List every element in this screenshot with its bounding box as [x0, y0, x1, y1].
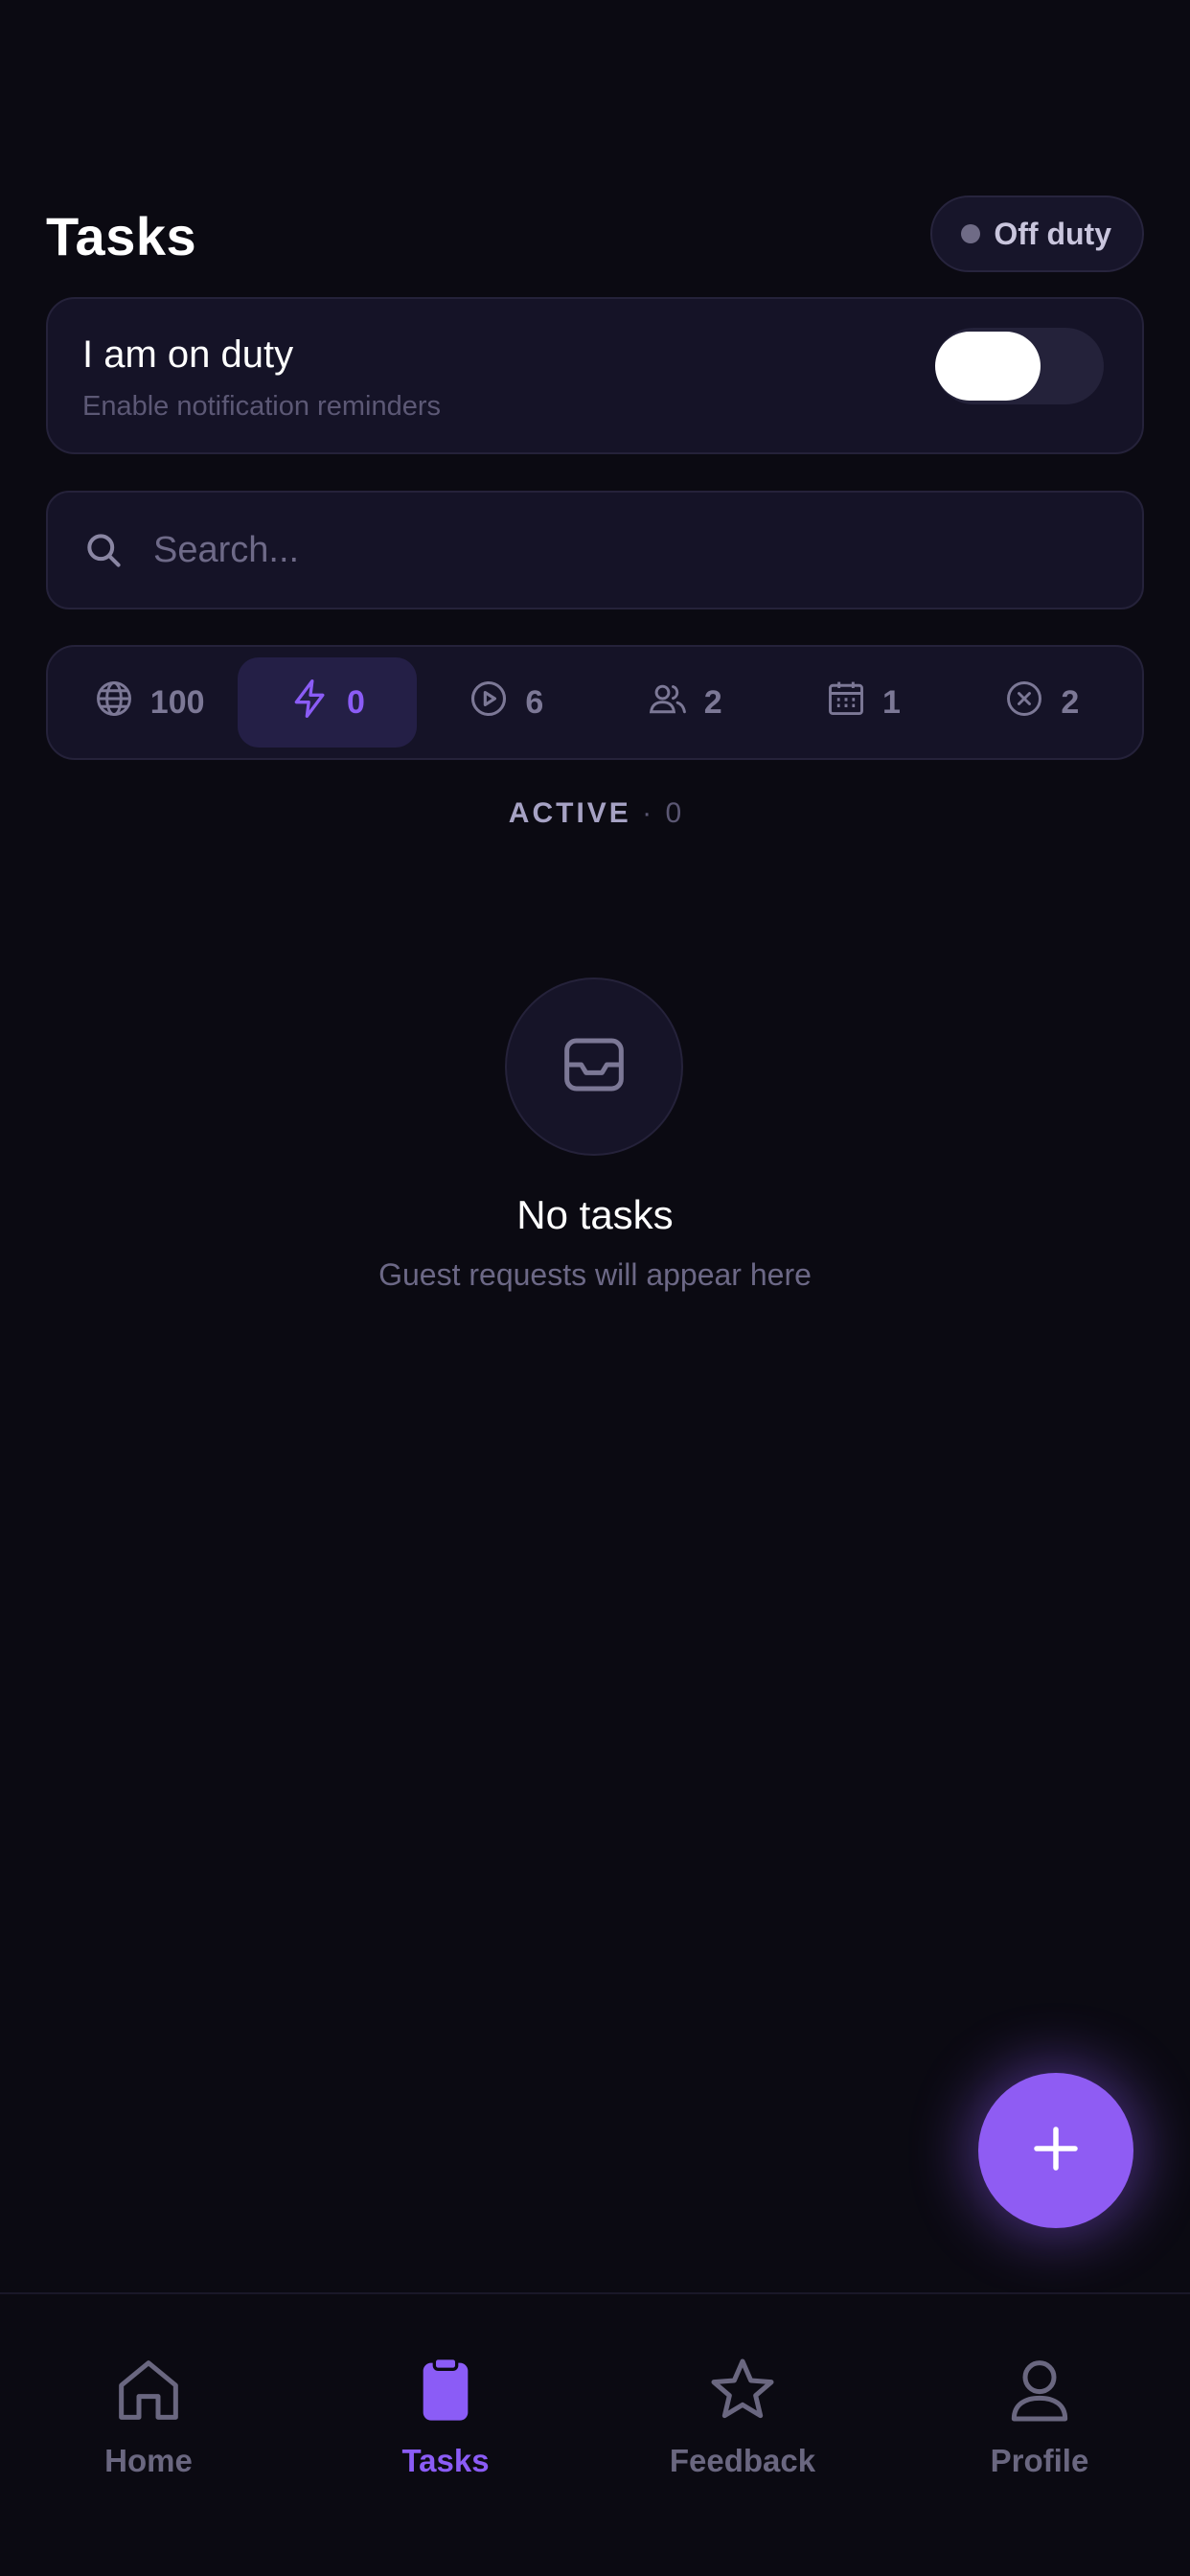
- toggle-knob: [935, 332, 1041, 401]
- search-bar: [46, 491, 1144, 610]
- empty-state-badge: [505, 978, 683, 1156]
- bottom-nav: Home Tasks Feedback Profile: [0, 2292, 1190, 2576]
- duty-status-badge[interactable]: Off duty: [930, 196, 1144, 272]
- inbox-icon: [556, 1026, 632, 1108]
- filter-count: 6: [525, 683, 544, 721]
- filter-active[interactable]: 0: [238, 657, 417, 748]
- nav-label: Home: [104, 2443, 193, 2478]
- nav-feedback[interactable]: Feedback: [594, 2352, 891, 2496]
- filter-scheduled[interactable]: 1: [773, 657, 951, 748]
- star-icon: [704, 2352, 781, 2433]
- nav-tasks[interactable]: Tasks: [297, 2352, 594, 2496]
- section-header: ACTIVE · 0: [0, 797, 1190, 830]
- status-filter-bar: 100 0 6 2 1 2: [46, 645, 1144, 760]
- filter-all[interactable]: 100: [59, 657, 238, 748]
- play-circle-icon: [468, 678, 510, 728]
- calendar-icon: [825, 678, 867, 728]
- search-icon: [82, 529, 125, 571]
- filter-assigned[interactable]: 2: [595, 657, 773, 748]
- status-dot: [961, 224, 981, 243]
- clipboard-icon: [407, 2352, 484, 2433]
- empty-state-subtitle: Guest requests will appear here: [378, 1257, 812, 1292]
- globe-icon: [93, 678, 135, 728]
- filter-count: 1: [882, 683, 901, 721]
- on-duty-toggle[interactable]: [935, 328, 1104, 404]
- empty-state-title: No tasks: [516, 1192, 674, 1237]
- nav-label: Tasks: [401, 2443, 490, 2478]
- section-name: ACTIVE: [508, 797, 631, 829]
- filter-count: 0: [347, 683, 365, 721]
- add-task-button[interactable]: [978, 2073, 1133, 2228]
- users-icon: [647, 678, 689, 728]
- plus-icon: [1027, 2120, 1085, 2182]
- user-icon: [1001, 2352, 1078, 2433]
- on-duty-card: I am on duty Enable notification reminde…: [46, 297, 1144, 454]
- duty-status-label: Off duty: [994, 216, 1111, 251]
- section-count: 0: [665, 797, 682, 829]
- x-circle-icon: [1003, 678, 1045, 728]
- on-duty-title: I am on duty: [82, 334, 294, 376]
- home-icon: [110, 2352, 187, 2433]
- filter-count: 2: [1061, 683, 1080, 721]
- on-duty-subtitle: Enable notification reminders: [82, 391, 441, 422]
- nav-label: Feedback: [669, 2443, 816, 2478]
- filter-cancelled[interactable]: 2: [952, 657, 1131, 748]
- header: Tasks Off duty: [46, 196, 1144, 272]
- filter-count: 100: [149, 683, 205, 721]
- nav-profile[interactable]: Profile: [891, 2352, 1188, 2496]
- nav-label: Profile: [990, 2443, 1089, 2478]
- search-input[interactable]: [153, 512, 1142, 588]
- tasks-screen: Tasks Off duty I am on duty Enable notif…: [0, 0, 1190, 2576]
- lightning-icon: [289, 678, 332, 728]
- nav-home[interactable]: Home: [0, 2352, 297, 2496]
- filter-in-progress[interactable]: 6: [417, 657, 595, 748]
- section-separator: ·: [642, 797, 655, 829]
- filter-count: 2: [703, 683, 722, 721]
- page-title: Tasks: [46, 206, 197, 266]
